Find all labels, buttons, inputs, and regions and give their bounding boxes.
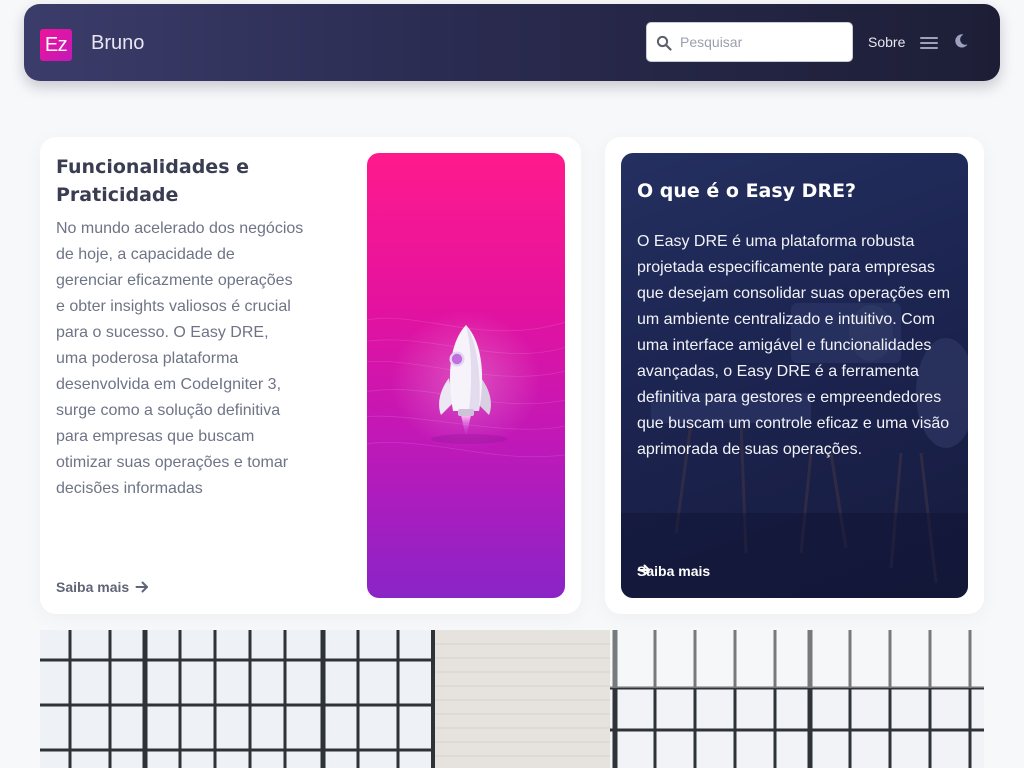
about-title: O que é o Easy DRE?	[637, 180, 857, 202]
rocket-illustration	[367, 153, 565, 598]
brand-name[interactable]: Bruno	[91, 30, 144, 56]
features-description: No mundo acelerado dos negócios de hoje,…	[56, 220, 304, 497]
about-description: O Easy DRE é uma plataforma robusta proj…	[637, 233, 951, 458]
logo[interactable]: Ez	[40, 29, 72, 61]
nav-link-sobre[interactable]: Sobre	[868, 34, 905, 50]
about-card: O que é o Easy DRE? O Easy DRE é uma pla…	[605, 137, 984, 614]
features-learn-more-link[interactable]: Saiba mais	[56, 579, 149, 595]
features-learn-more-label: Saiba mais	[56, 579, 130, 595]
navbar: Ez Bruno Sobre	[24, 4, 1000, 81]
search-box	[646, 22, 853, 62]
office-windows-photo	[40, 630, 984, 768]
arrow-right-icon	[135, 581, 149, 593]
features-card: Funcionalidades e Praticidade No mundo a…	[40, 137, 581, 614]
hamburger-menu-icon[interactable]	[919, 35, 939, 51]
features-title: Funcionalidades e Praticidade	[56, 156, 250, 206]
search-input[interactable]	[680, 23, 848, 61]
office-meeting-photo: O que é o Easy DRE? O Easy DRE é uma pla…	[621, 153, 968, 598]
search-icon	[656, 35, 672, 51]
arrow-right-icon	[637, 564, 650, 576]
moon-icon[interactable]	[953, 33, 969, 49]
about-learn-more-link[interactable]: Saiba mais	[637, 563, 710, 579]
